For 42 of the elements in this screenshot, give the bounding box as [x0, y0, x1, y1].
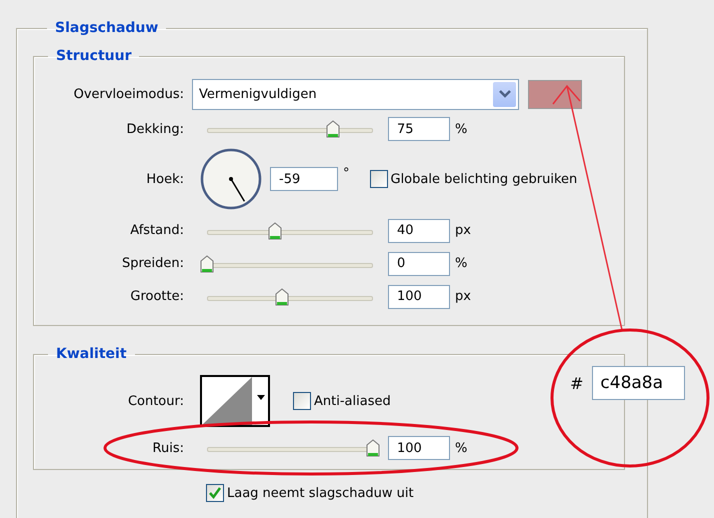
angle-field[interactable]: -59 — [270, 167, 338, 191]
hex-field[interactable]: c48a8a — [592, 366, 686, 400]
slider-thumb[interactable] — [326, 120, 340, 138]
unit-label: % — [455, 122, 468, 136]
slider-thumb[interactable] — [200, 254, 214, 272]
angle-dial[interactable] — [200, 148, 262, 210]
color-swatch[interactable] — [528, 80, 582, 108]
value-field[interactable]: 100 — [388, 284, 450, 308]
slider-thumb[interactable] — [274, 288, 289, 306]
field-label: Grootte: — [130, 289, 184, 304]
checkbox-label: Laag neemt slagschaduw uit — [227, 486, 414, 500]
field-label: Contour: — [128, 394, 184, 408]
checkbox-label: Anti-aliased — [314, 394, 391, 408]
field-label: Ruis: — [152, 440, 184, 456]
field-label: Afstand: — [130, 223, 184, 238]
field-label: Hoek: — [146, 172, 184, 186]
field-label: Overvloeimodus: — [74, 86, 184, 102]
blend-mode-dropdown[interactable]: Vermenigvuldigen — [192, 78, 519, 110]
section-title: Slagschaduw — [54, 20, 160, 36]
unit-label: px — [455, 223, 471, 238]
checkbox[interactable] — [370, 170, 388, 188]
value-field[interactable]: 75 — [388, 117, 450, 141]
value-field[interactable]: 0 — [388, 252, 450, 276]
caret-icon — [257, 395, 265, 400]
field-label: Dekking: — [126, 122, 184, 136]
checkbox[interactable] — [293, 392, 311, 410]
unit-label: ° — [343, 166, 350, 181]
checkbox[interactable] — [206, 484, 224, 502]
section-title: Structuur — [55, 48, 132, 64]
value-field[interactable]: 100 — [388, 436, 450, 460]
unit-label: px — [455, 289, 471, 304]
slider-thumb[interactable] — [366, 439, 380, 457]
section-title: Kwaliteit — [55, 346, 128, 362]
chevron-down-icon — [498, 90, 510, 98]
unit-label: % — [455, 440, 468, 456]
contour-picker[interactable] — [200, 375, 270, 427]
value-field[interactable]: 40 — [388, 218, 450, 242]
checkbox-label: Globale belichting gebruiken — [390, 172, 578, 186]
slider-thumb[interactable] — [268, 222, 282, 240]
hash-label: # — [570, 374, 584, 392]
unit-label: % — [455, 256, 468, 271]
field-label: Spreiden: — [122, 256, 184, 271]
